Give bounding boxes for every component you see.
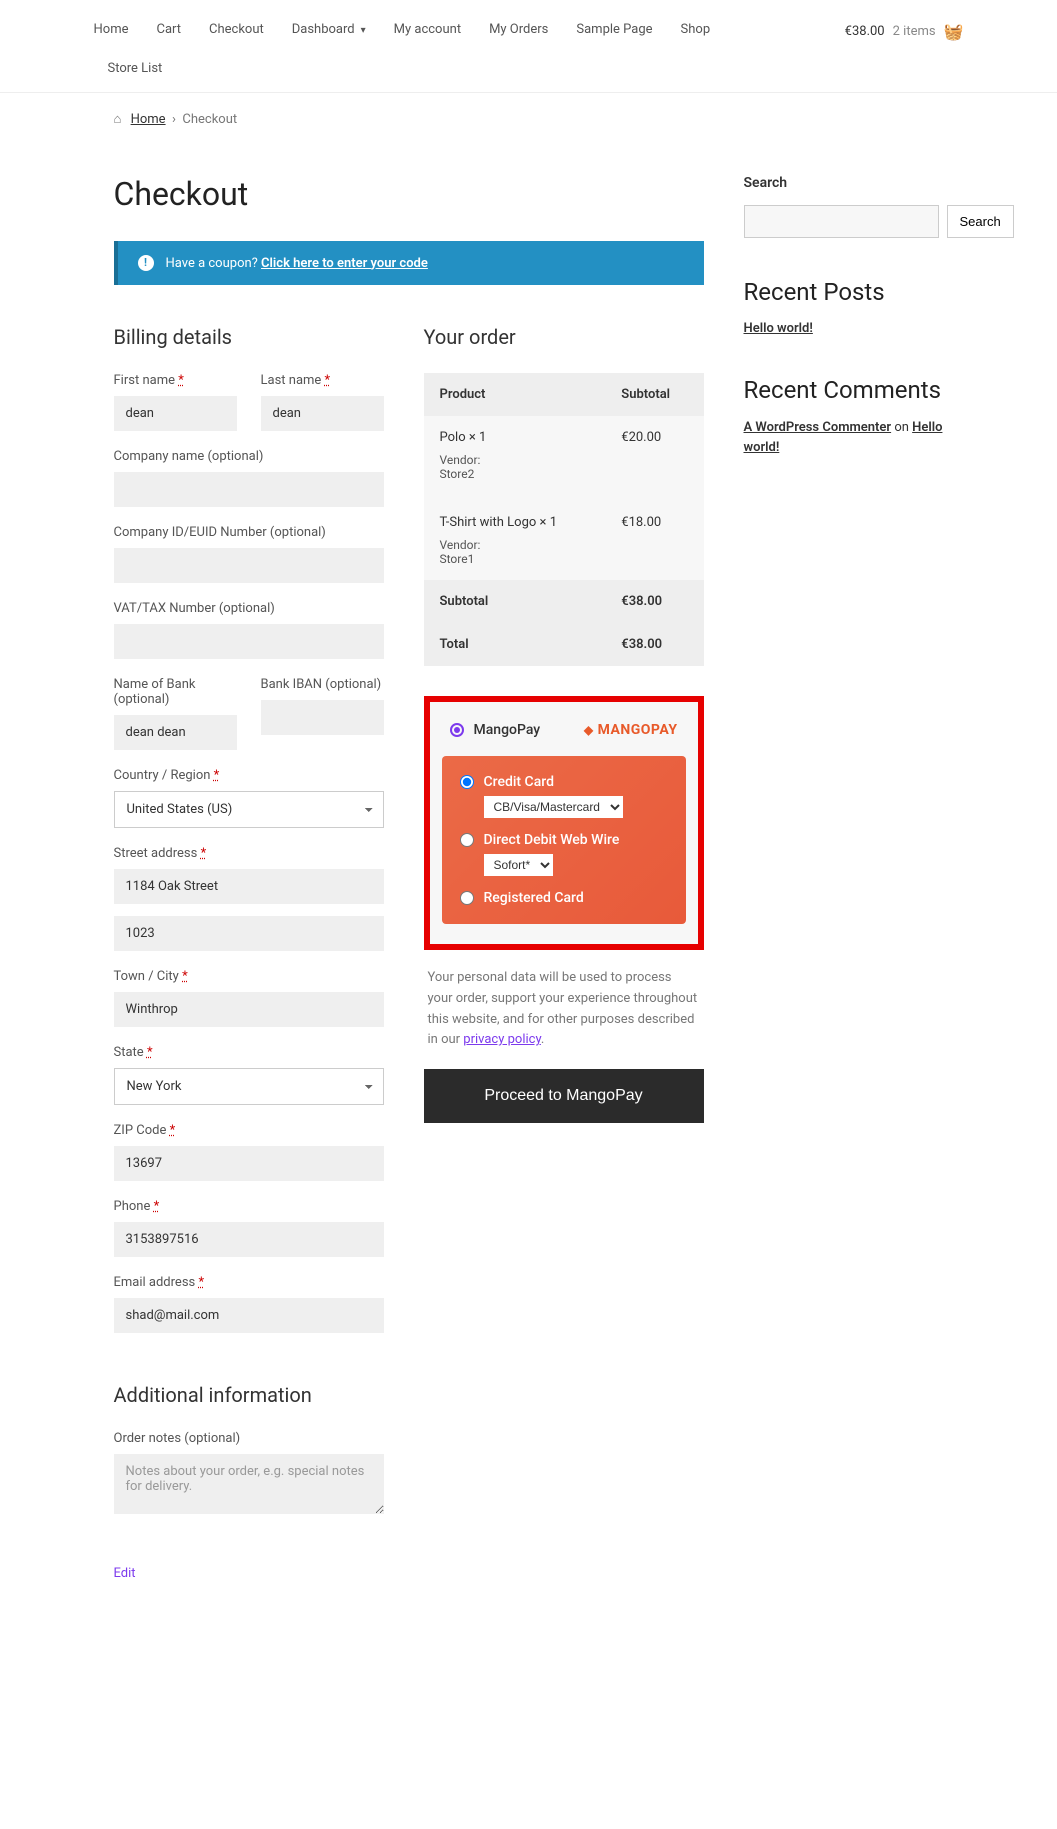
direct-debit-label: Direct Debit Web Wire xyxy=(484,832,620,848)
vat-field[interactable] xyxy=(114,624,384,659)
bank-name-label: Name of Bank (optional) xyxy=(114,677,237,707)
breadcrumb: ⌂ Home › Checkout xyxy=(114,93,944,145)
zip-label: ZIP Code * xyxy=(114,1123,384,1138)
first-name-field[interactable] xyxy=(114,396,237,431)
nav-sample-page[interactable]: Sample Page xyxy=(562,12,666,55)
payment-provider-radio[interactable] xyxy=(450,723,464,737)
vendor-label: Vendor: xyxy=(440,453,590,467)
recent-posts-title: Recent Posts xyxy=(744,278,944,306)
cart-items-count: 2 items xyxy=(893,24,936,39)
vendor-label: Vendor: xyxy=(440,538,590,552)
nav-cart[interactable]: Cart xyxy=(142,12,195,55)
zip-field[interactable] xyxy=(114,1146,384,1181)
home-icon: ⌂ xyxy=(114,112,122,127)
nav-checkout[interactable]: Checkout xyxy=(195,12,278,55)
credit-card-label: Credit Card xyxy=(484,774,554,790)
additional-title: Additional information xyxy=(114,1383,384,1407)
street-field-2[interactable] xyxy=(114,916,384,951)
payment-provider-label: MangoPay xyxy=(474,722,541,738)
page-title: Checkout xyxy=(114,175,704,213)
info-icon: ! xyxy=(138,255,154,271)
registered-card-radio[interactable] xyxy=(460,891,474,905)
nav-my-account[interactable]: My account xyxy=(380,12,475,55)
order-item-name: Polo × 1 xyxy=(440,430,590,445)
total-label: Total xyxy=(424,623,606,666)
last-name-field[interactable] xyxy=(261,396,384,431)
commenter-link[interactable]: A WordPress Commenter xyxy=(744,420,892,435)
direct-debit-radio[interactable] xyxy=(460,833,474,847)
nav-store-list[interactable]: Store List xyxy=(94,55,807,92)
nav-dashboard[interactable]: Dashboard xyxy=(278,12,380,55)
order-notes-field[interactable] xyxy=(114,1454,384,1514)
subtotal-label: Subtotal xyxy=(424,580,606,623)
company-label: Company name (optional) xyxy=(114,449,384,464)
search-title: Search xyxy=(744,175,944,191)
th-subtotal: Subtotal xyxy=(605,373,703,416)
order-item-name: T-Shirt with Logo × 1 xyxy=(440,515,590,530)
cart-summary[interactable]: €38.00 2 items 🧺 xyxy=(845,12,964,41)
bank-iban-field[interactable] xyxy=(261,700,384,735)
company-field[interactable] xyxy=(114,472,384,507)
cart-total: €38.00 xyxy=(845,24,885,39)
registered-card-label: Registered Card xyxy=(484,890,584,906)
direct-debit-select[interactable]: Sofort* xyxy=(484,854,553,876)
recent-comments-title: Recent Comments xyxy=(744,376,944,404)
diamond-icon: ◆ xyxy=(584,723,594,737)
street-field-1[interactable] xyxy=(114,869,384,904)
credit-card-radio[interactable] xyxy=(460,775,474,789)
order-item-subtotal: €20.00 xyxy=(605,416,703,495)
breadcrumb-home[interactable]: Home xyxy=(131,112,166,127)
order-table: Product Subtotal Polo × 1 Vendor: Store2 xyxy=(424,373,704,666)
credit-card-select[interactable]: CB/Visa/Mastercard xyxy=(484,796,623,818)
search-input[interactable] xyxy=(744,205,939,238)
street-label: Street address * xyxy=(114,846,384,861)
nav-my-orders[interactable]: My Orders xyxy=(475,12,562,55)
email-field[interactable] xyxy=(114,1298,384,1333)
mangopay-logo: ◆MANGOPAY xyxy=(584,722,678,738)
table-row: T-Shirt with Logo × 1 Vendor: Store1 €18… xyxy=(424,495,704,580)
privacy-policy-link[interactable]: privacy policy xyxy=(463,1032,541,1047)
billing-title: Billing details xyxy=(114,325,384,349)
th-product: Product xyxy=(424,373,606,416)
privacy-text: Your personal data will be used to proce… xyxy=(424,968,704,1051)
basket-icon: 🧺 xyxy=(944,22,964,41)
country-label: Country / Region * xyxy=(114,768,384,783)
vendor-name: Store1 xyxy=(440,552,590,566)
edit-link[interactable]: Edit xyxy=(114,1566,136,1581)
city-field[interactable] xyxy=(114,992,384,1027)
first-name-label: First name * xyxy=(114,373,237,388)
nav-home[interactable]: Home xyxy=(94,12,143,55)
total-value: €38.00 xyxy=(605,623,703,666)
last-name-label: Last name * xyxy=(261,373,384,388)
phone-field[interactable] xyxy=(114,1222,384,1257)
company-id-label: Company ID/EUID Number (optional) xyxy=(114,525,384,540)
bank-iban-label: Bank IBAN (optional) xyxy=(261,677,384,692)
proceed-button[interactable]: Proceed to MangoPay xyxy=(424,1069,704,1123)
order-notes-label: Order notes (optional) xyxy=(114,1431,384,1446)
phone-label: Phone * xyxy=(114,1199,384,1214)
subtotal-value: €38.00 xyxy=(605,580,703,623)
coupon-text: Have a coupon? xyxy=(166,256,258,271)
search-button[interactable]: Search xyxy=(947,205,1014,238)
coupon-link[interactable]: Click here to enter your code xyxy=(261,256,428,271)
vendor-name: Store2 xyxy=(440,467,590,481)
recent-comment: A WordPress Commenter on Hello world! xyxy=(744,418,944,457)
primary-nav: Home Cart Checkout Dashboard My account … xyxy=(94,12,807,92)
state-select[interactable]: New York xyxy=(114,1068,384,1105)
company-id-field[interactable] xyxy=(114,548,384,583)
coupon-notice: ! Have a coupon? Click here to enter you… xyxy=(114,241,704,285)
payment-section: MangoPay ◆MANGOPAY Credit Card CB/Visa/M… xyxy=(424,696,704,950)
vat-label: VAT/TAX Number (optional) xyxy=(114,601,384,616)
nav-shop[interactable]: Shop xyxy=(667,12,725,55)
email-label: Email address * xyxy=(114,1275,384,1290)
city-label: Town / City * xyxy=(114,969,384,984)
order-title: Your order xyxy=(424,325,704,349)
country-select[interactable]: United States (US) xyxy=(114,791,384,828)
state-label: State * xyxy=(114,1045,384,1060)
table-row: Polo × 1 Vendor: Store2 €20.00 xyxy=(424,416,704,495)
recent-post-link[interactable]: Hello world! xyxy=(744,321,813,336)
breadcrumb-current: Checkout xyxy=(182,112,237,127)
bank-name-field[interactable] xyxy=(114,715,237,750)
order-item-subtotal: €18.00 xyxy=(605,495,703,580)
